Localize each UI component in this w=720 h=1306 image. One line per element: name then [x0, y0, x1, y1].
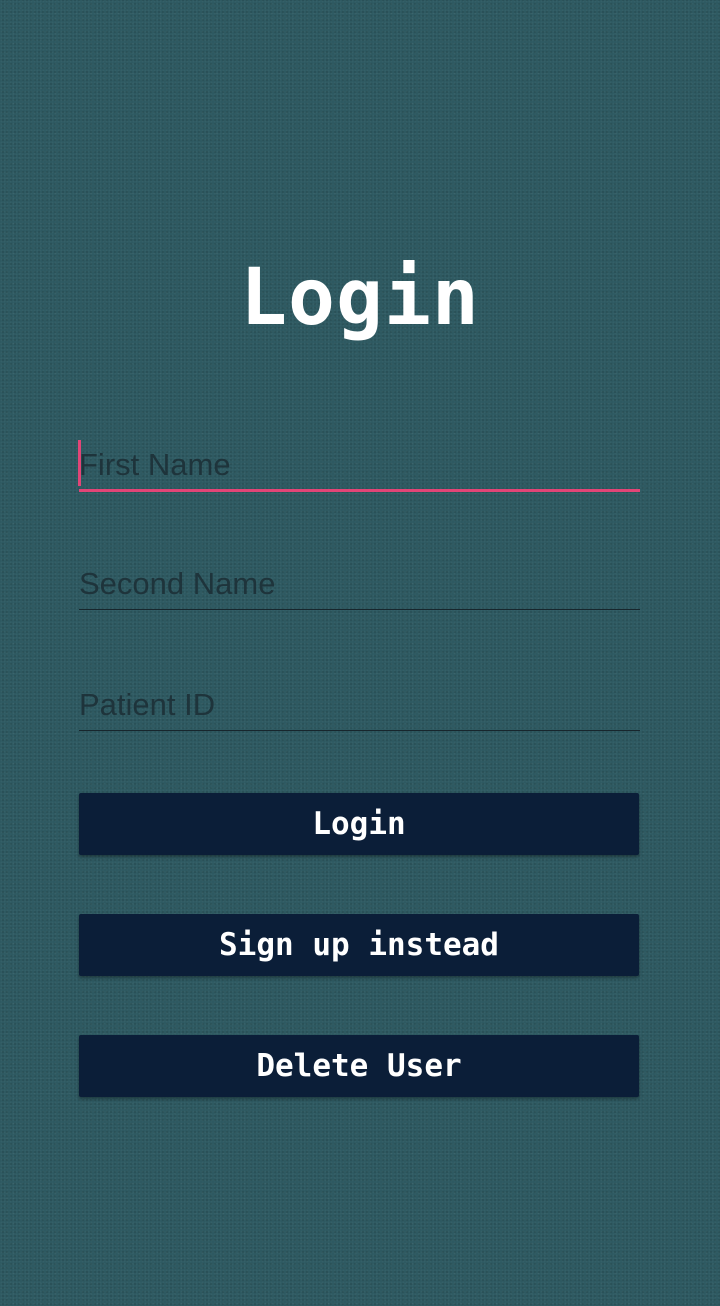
patient-id-input[interactable]: [79, 679, 640, 730]
login-button[interactable]: Login: [79, 793, 639, 855]
first-name-input[interactable]: [79, 440, 640, 489]
patient-id-field[interactable]: [79, 679, 640, 731]
page-title: Login: [240, 253, 480, 343]
first-name-field[interactable]: [78, 440, 640, 492]
login-screen: Login Login Sign up instead Delete User: [0, 0, 720, 1306]
delete-user-button[interactable]: Delete User: [79, 1035, 639, 1097]
sign-up-instead-button[interactable]: Sign up instead: [79, 914, 639, 976]
second-name-field[interactable]: [79, 558, 640, 610]
second-name-input[interactable]: [79, 558, 640, 609]
